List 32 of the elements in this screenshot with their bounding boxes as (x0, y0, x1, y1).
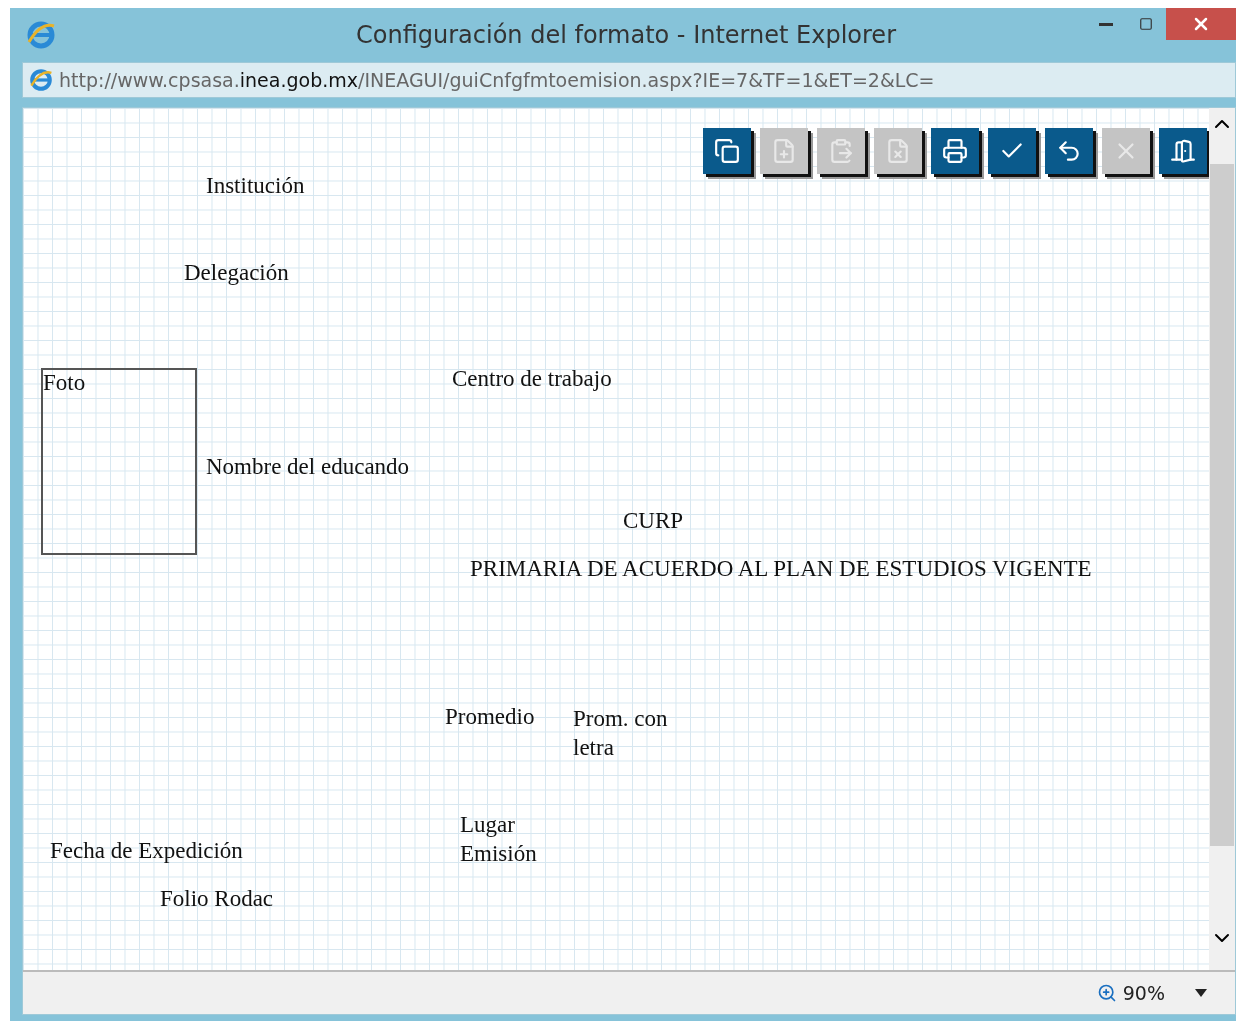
scrollbar[interactable] (1209, 108, 1235, 970)
field-label[interactable]: Promedio (445, 703, 535, 732)
photo-frame[interactable]: Foto (41, 368, 197, 555)
undo-icon (1056, 138, 1082, 164)
maximize-icon (1139, 17, 1153, 31)
field-label[interactable]: Fecha de Expedición (50, 837, 243, 866)
browser-logo-icon (29, 68, 53, 92)
address-bar[interactable]: http://www.cpsasa.inea.gob.mx/INEAGUI/guiCnfgfmtoemision.aspx?IE=7&TF=1&ET=2&LC= (22, 62, 1236, 98)
window-title: Configuración del formato - Internet Explorer (355, 21, 897, 49)
dropdown-caret-icon[interactable] (1195, 989, 1207, 997)
copy-icon (714, 138, 740, 164)
browser-logo-icon (26, 20, 56, 50)
close-button[interactable] (1166, 8, 1236, 40)
field-label[interactable]: PRIMARIA DE ACUERDO AL PLAN DE ESTUDIOS VIGENTE (470, 555, 1092, 584)
door-icon (1170, 138, 1196, 164)
paste-icon (828, 138, 854, 164)
field-label[interactable]: Prom. con letra (573, 705, 693, 763)
printer-icon (942, 138, 968, 164)
field-label[interactable]: CURP (623, 507, 684, 536)
file-x-icon (885, 138, 911, 164)
zoom-icon[interactable] (1096, 983, 1117, 1003)
scroll-thumb[interactable] (1210, 164, 1234, 846)
minimize-icon (1099, 22, 1113, 26)
field-label[interactable]: Folio Rodac (160, 885, 274, 914)
field-label[interactable]: Institución (206, 172, 305, 201)
field-label[interactable]: Centro de trabajo (452, 365, 612, 394)
file-plus-icon (771, 138, 797, 164)
url-text: http://www.cpsasa.inea.gob.mx/INEAGUI/guiCnfgfmtoemision.aspx?IE=7&TF=1&ET=2&LC= (59, 69, 935, 91)
field-label[interactable]: Delegación (184, 259, 289, 288)
field-label[interactable]: Nombre del educando (206, 453, 410, 482)
zoom-level[interactable]: 90% (1122, 982, 1165, 1004)
field-label[interactable]: Lugar Emisión (460, 811, 570, 869)
